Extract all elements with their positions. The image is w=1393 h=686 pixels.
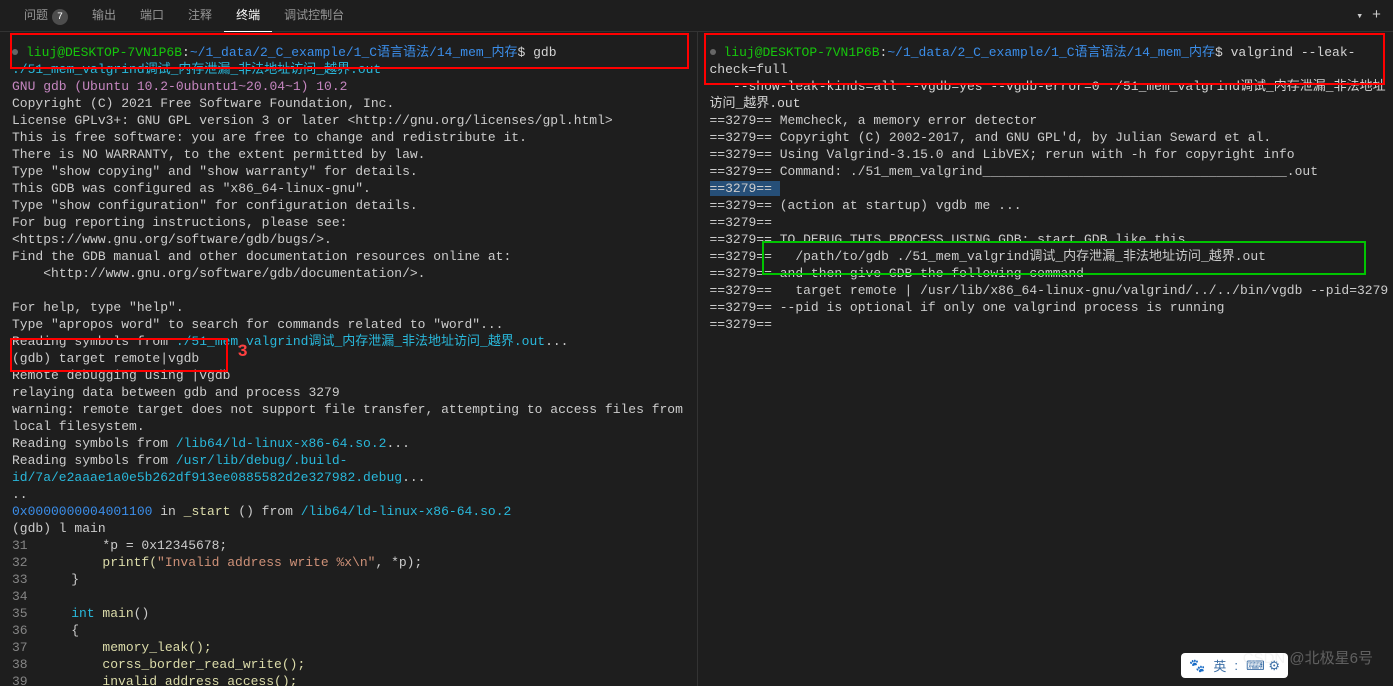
terminal-left-pane[interactable]: 2 liuj@DESKTOP-7VN1P6B:~/1_data/2_C_exam… bbox=[0, 32, 697, 686]
tab-terminal[interactable]: 终端 bbox=[224, 0, 272, 32]
gdb-target-remote: (gdb) target remote|vgdb bbox=[12, 350, 693, 367]
tab-ports[interactable]: 端口 bbox=[128, 0, 176, 32]
terminal-dropdown-icon[interactable]: ▾ bbox=[1356, 9, 1363, 23]
annotation-3: 3 bbox=[238, 341, 247, 361]
vgdb-target-remote: ==3279== target remote | /usr/lib/x86_64… bbox=[710, 282, 1390, 299]
problems-badge: 7 bbox=[52, 9, 68, 25]
terminal-right-pane[interactable]: 1 liuj@DESKTOP-7VN1P6B:~/1_data/2_C_exam… bbox=[697, 32, 1393, 686]
panel-tabs-bar: 问题7 输出 端口 注释 终端 调试控制台 + ▾ bbox=[0, 0, 1393, 32]
tab-problems[interactable]: 问题7 bbox=[12, 0, 80, 32]
gdb-version: GNU gdb (Ubuntu 10.2-0ubuntu1~20.04~1) 1… bbox=[12, 78, 693, 95]
tab-debug-console[interactable]: 调试控制台 bbox=[272, 0, 356, 32]
tab-output[interactable]: 输出 bbox=[80, 0, 128, 32]
new-terminal-icon[interactable]: + bbox=[1372, 7, 1381, 24]
watermark: CSDN @北极星6号 bbox=[1243, 647, 1373, 668]
tab-comments[interactable]: 注释 bbox=[176, 0, 224, 32]
paw-icon: 🐾 bbox=[1189, 658, 1205, 674]
